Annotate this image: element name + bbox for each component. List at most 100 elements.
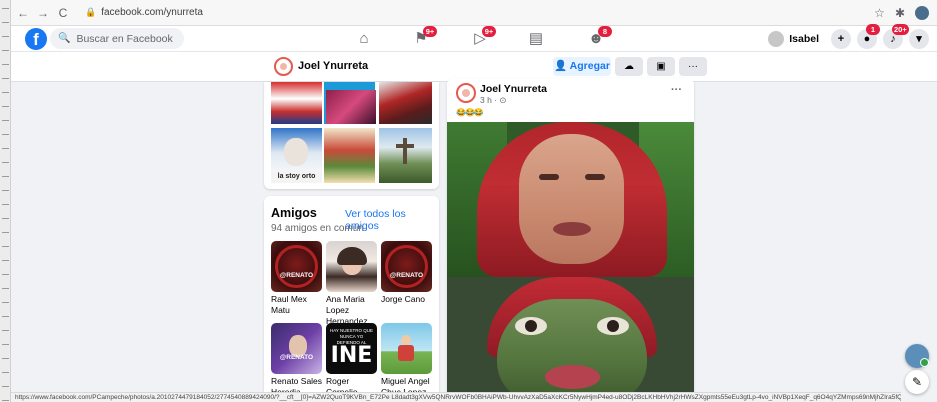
address-bar[interactable]: 🔒 facebook.com/ynurreta bbox=[79, 4, 209, 22]
compose-icon: ✎ bbox=[911, 375, 923, 389]
more-dots-icon: ··· bbox=[688, 61, 698, 72]
facebook-top-nav: f 🔍 Buscar en Facebook ⌂ ⚑ 9+ ▷ 9+ ▤ ☻ 8… bbox=[11, 23, 937, 52]
ruler-tick bbox=[2, 190, 9, 191]
ruler-tick bbox=[2, 120, 9, 121]
profile-avatar[interactable] bbox=[274, 57, 293, 76]
pages-badge: 9+ bbox=[423, 26, 437, 37]
friend-photo[interactable]: @RENATO bbox=[271, 241, 322, 292]
photo-thumbnail[interactable] bbox=[324, 128, 375, 183]
friend-item[interactable]: Ana Maria Lopez Hernandez bbox=[326, 241, 378, 327]
ruler-tick bbox=[2, 36, 9, 37]
ruler-tick bbox=[2, 50, 9, 51]
ruler-tick bbox=[2, 246, 9, 247]
photo-thumbnail[interactable]: la stoy orto bbox=[271, 128, 322, 183]
ruler-tick bbox=[2, 8, 9, 9]
add-friend-button[interactable]: 👤 Agregar bbox=[553, 57, 611, 76]
friend-name[interactable]: Raul Mex Matu bbox=[271, 294, 323, 316]
search-placeholder: Buscar en Facebook bbox=[76, 32, 173, 45]
friends-card: Amigos Ver todos los amigos 94 amigos en… bbox=[264, 196, 439, 402]
friend-item[interactable]: @RENATO Renato Sales Heredia bbox=[271, 323, 323, 398]
account-menu-button[interactable]: ▾ bbox=[909, 28, 929, 49]
url-text: facebook.com/ynurreta bbox=[101, 7, 203, 18]
photo-thumbnail[interactable] bbox=[379, 128, 432, 183]
extra-action-button[interactable]: ▣ bbox=[647, 57, 675, 76]
friend-photo[interactable]: @RENATO bbox=[271, 323, 322, 374]
post-text: 😂😂😂 bbox=[456, 108, 484, 117]
home-glyph: ⌂ bbox=[359, 30, 369, 47]
photo-thumbnail[interactable] bbox=[326, 90, 376, 124]
browser-toolbar: ← → C 🔒 facebook.com/ynurreta ☆ ✱ bbox=[11, 0, 937, 26]
plus-icon: + bbox=[837, 32, 845, 45]
ruler-tick bbox=[2, 148, 9, 149]
reload-icon[interactable]: C bbox=[55, 6, 71, 20]
create-button[interactable]: + bbox=[831, 28, 851, 49]
user-name: Isabel bbox=[789, 32, 819, 45]
ruler-tick bbox=[2, 204, 9, 205]
post-author-avatar[interactable] bbox=[456, 83, 476, 103]
marketplace-icon[interactable]: ▤ bbox=[523, 29, 549, 49]
facebook-logo-icon[interactable]: f bbox=[25, 28, 47, 50]
ruler-tick bbox=[2, 344, 9, 345]
friend-name[interactable]: Jorge Cano bbox=[381, 294, 433, 305]
friend-photo[interactable] bbox=[381, 323, 432, 374]
back-arrow-icon[interactable]: ← bbox=[15, 6, 31, 20]
watch-badge: 9+ bbox=[482, 26, 496, 37]
friend-item[interactable]: HAY NUESTRO QUE NUNCA YO DEFIENDO AL INE… bbox=[326, 323, 378, 398]
ruler-tick bbox=[2, 330, 9, 331]
ruler-tick bbox=[2, 386, 9, 387]
ruler-tick bbox=[2, 260, 9, 261]
messenger-button[interactable]: ● 1 bbox=[857, 23, 880, 49]
ruler-tick bbox=[2, 64, 9, 65]
friend-item[interactable]: @RENATO Jorge Cano bbox=[381, 241, 433, 305]
ruler-tick bbox=[2, 78, 9, 79]
message-button[interactable]: ☁ bbox=[615, 57, 643, 76]
post-image-woman[interactable] bbox=[447, 122, 694, 277]
contact-chat-bubble[interactable] bbox=[905, 344, 929, 368]
ruler-tick bbox=[2, 134, 9, 135]
forward-arrow-icon[interactable]: → bbox=[35, 6, 51, 20]
photo-thumbnail[interactable] bbox=[271, 82, 322, 124]
pages-flag-icon[interactable]: ⚑ 9+ bbox=[408, 26, 437, 49]
ruler-tick bbox=[2, 232, 9, 233]
friend-photo[interactable]: HAY NUESTRO QUE NUNCA YO DEFIENDO AL INE bbox=[326, 323, 377, 374]
post-card: Joel Ynurreta 3 h · ⊙ ··· 😂😂😂 bbox=[447, 78, 694, 402]
mutual-friends-count: 94 amigos en común bbox=[271, 223, 364, 234]
marketplace-glyph: ▤ bbox=[528, 30, 544, 47]
friend-item[interactable]: @RENATO Raul Mex Matu bbox=[271, 241, 323, 316]
search-input[interactable]: 🔍 Buscar en Facebook bbox=[50, 28, 184, 49]
briefcase-icon: ▣ bbox=[656, 61, 666, 72]
post-more-options-icon[interactable]: ··· bbox=[671, 84, 682, 96]
link-status-bar: https://www.facebook.com/PCampeche/photo… bbox=[11, 392, 901, 402]
groups-icon[interactable]: ☻ 8 bbox=[583, 26, 612, 49]
photo-thumbnail[interactable] bbox=[379, 82, 432, 124]
profile-avatar-icon[interactable] bbox=[915, 5, 929, 20]
extensions-puzzle-icon[interactable]: ✱ bbox=[895, 6, 905, 20]
chevron-down-icon: ▾ bbox=[916, 32, 922, 45]
left-ruler bbox=[0, 0, 11, 402]
ruler-tick bbox=[2, 274, 9, 275]
search-icon: 🔍 bbox=[58, 33, 71, 44]
ruler-tick bbox=[2, 106, 9, 107]
home-icon[interactable]: ⌂ bbox=[351, 29, 377, 49]
friends-title: Amigos bbox=[271, 206, 317, 220]
post-author-name[interactable]: Joel Ynurreta bbox=[480, 83, 547, 95]
more-options-button[interactable]: ··· bbox=[679, 57, 707, 76]
post-timestamp[interactable]: 3 h · ⊙ bbox=[480, 95, 507, 106]
post-image-gremlin[interactable] bbox=[447, 277, 694, 402]
friend-photo-tag: @RENATO bbox=[279, 272, 314, 279]
messenger-badge: 1 bbox=[866, 23, 880, 35]
groups-badge: 8 bbox=[598, 26, 612, 37]
new-message-button[interactable]: ✎ bbox=[905, 370, 929, 394]
notifications-badge: 20+ bbox=[892, 23, 909, 35]
ruler-tick bbox=[2, 22, 9, 23]
user-profile-chip[interactable]: Isabel bbox=[766, 28, 825, 49]
meme-caption: la stoy orto bbox=[271, 170, 322, 183]
friend-item[interactable]: Miguel Angel Chuc Lopez bbox=[381, 323, 433, 398]
friend-photo[interactable] bbox=[326, 241, 377, 292]
notifications-button[interactable]: ♪ 20+ bbox=[883, 23, 909, 49]
profile-name[interactable]: Joel Ynurreta bbox=[298, 60, 368, 72]
friend-photo[interactable]: @RENATO bbox=[381, 241, 432, 292]
bookmark-star-icon[interactable]: ☆ bbox=[874, 6, 885, 20]
friend-photo-tag: @RENATO bbox=[389, 272, 424, 279]
watch-icon[interactable]: ▷ 9+ bbox=[467, 26, 496, 49]
